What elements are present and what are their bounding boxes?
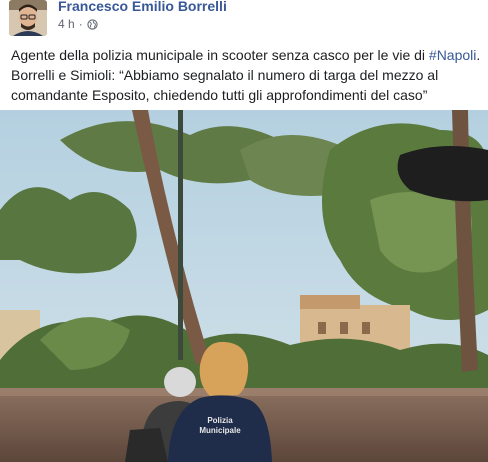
- window: [340, 322, 348, 334]
- post-text: Agente della polizia municipale in scoot…: [11, 45, 481, 105]
- globe-icon[interactable]: [87, 18, 98, 30]
- post-text-body: Borrelli e Simioli: “Abbiamo segnalato i…: [11, 67, 439, 103]
- building-roof: [300, 295, 360, 309]
- window: [318, 322, 326, 334]
- post-meta: 4 h ·: [58, 17, 98, 31]
- post-text-suffix: .: [476, 47, 481, 63]
- post-text-prefix: Agente della polizia municipale in scoot…: [11, 47, 429, 63]
- post-photo[interactable]: Polizia Municipale: [0, 110, 488, 462]
- hashtag-link[interactable]: #Napoli: [429, 47, 476, 63]
- window: [362, 322, 370, 334]
- avatar-image: [9, 0, 47, 36]
- helmet: [164, 367, 196, 397]
- vest-text-2: Municipale: [199, 426, 241, 435]
- post-time[interactable]: 4 h: [58, 17, 75, 31]
- post-header: Francesco Emilio Borrelli 4 h ·: [0, 0, 488, 38]
- lamp-pole: [178, 110, 183, 360]
- vest-text-1: Polizia: [207, 416, 233, 425]
- author-name[interactable]: Francesco Emilio Borrelli: [58, 0, 227, 14]
- avatar[interactable]: [9, 0, 47, 36]
- meta-separator: ·: [78, 17, 83, 31]
- officer-hair: [199, 341, 249, 396]
- post-text-line1: Agente della polizia municipale in scoot…: [11, 45, 481, 65]
- scooter-street-photo: Polizia Municipale: [0, 110, 488, 462]
- wall-top: [0, 388, 488, 396]
